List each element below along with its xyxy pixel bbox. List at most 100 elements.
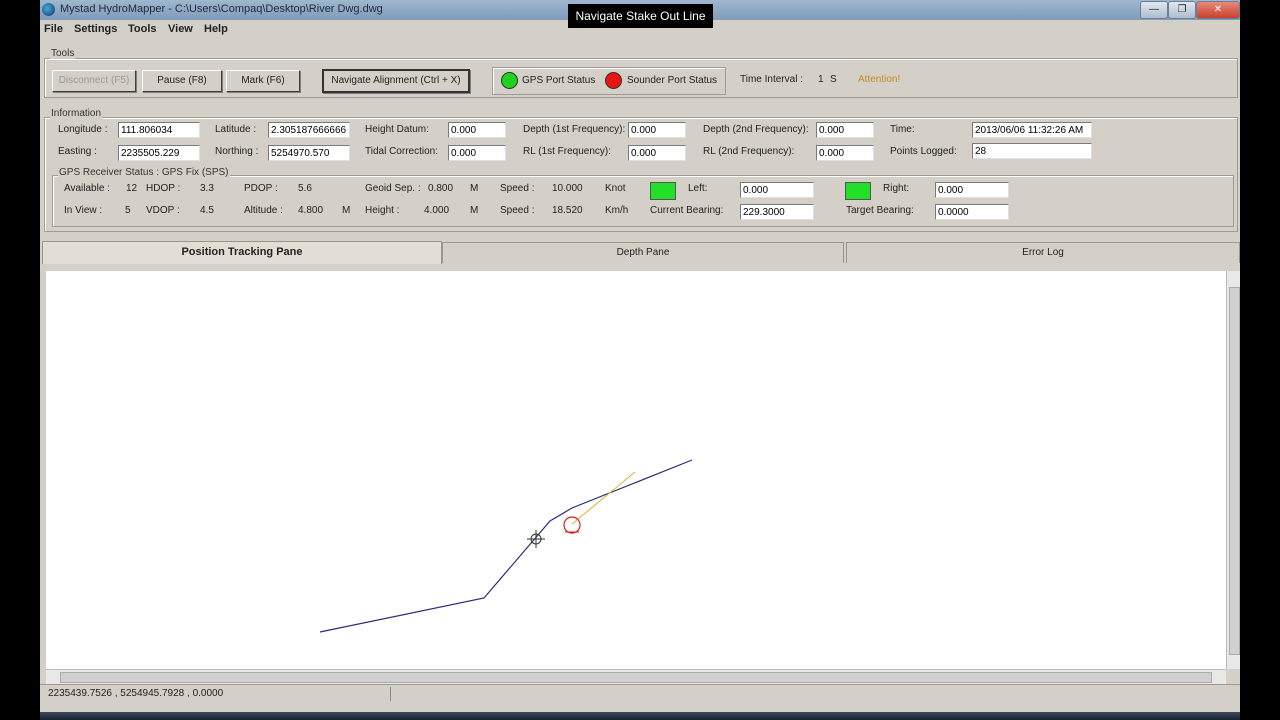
gps-port-status-led: [501, 72, 518, 89]
vertical-scroll-thumb[interactable]: [1229, 287, 1240, 655]
hdop-value: 3.3: [200, 183, 214, 194]
menu-view[interactable]: View: [168, 23, 193, 35]
height-label: Height :: [365, 205, 400, 216]
minimize-button[interactable]: —: [1140, 1, 1168, 19]
height-unit: M: [470, 205, 479, 216]
menu-tools[interactable]: Tools: [128, 23, 157, 35]
speed-kmh-unit: Km/h: [605, 205, 629, 216]
time-interval-value: 1: [818, 74, 824, 85]
speed-knot-label: Speed :: [500, 183, 535, 194]
sounder-port-status-label: Sounder Port Status: [627, 75, 718, 86]
in-view-value: 5: [125, 205, 131, 216]
longitude-label: Longitude :: [58, 124, 108, 135]
rl-1st-frequency-field[interactable]: 0.000: [628, 145, 686, 161]
menu-settings[interactable]: Settings: [74, 23, 117, 35]
alignment-polyline: [319, 459, 693, 633]
map-drawing: [319, 459, 693, 633]
navigate-alignment-button[interactable]: Navigate Alignment (Ctrl + X): [322, 69, 470, 93]
rl-2nd-frequency-field[interactable]: 0.000: [816, 145, 874, 161]
easting-label: Easting :: [58, 146, 97, 157]
gps-receiver-group: [52, 175, 1234, 227]
available-value: 12: [126, 183, 138, 194]
available-label: Available :: [64, 183, 110, 194]
information-group-label: Information: [50, 108, 103, 119]
tab-depth-pane[interactable]: Depth Pane: [442, 242, 844, 263]
tab-error-log[interactable]: Error Log: [846, 242, 1240, 263]
height-datum-label: Height Datum:: [365, 124, 429, 135]
left-field[interactable]: 0.000: [740, 182, 814, 198]
speed-kmh-value: 18.520: [552, 205, 583, 216]
menu-file[interactable]: File: [44, 23, 63, 35]
right-label: Right:: [883, 183, 910, 194]
maximize-button[interactable]: ❐: [1168, 1, 1196, 19]
menu-help[interactable]: Help: [204, 23, 228, 35]
tidal-correction-label: Tidal Correction:: [365, 146, 438, 157]
depth-2nd-frequency-field[interactable]: 0.000: [816, 122, 874, 138]
geoid-sep-value: 0.800: [428, 183, 454, 194]
sounder-port-status-led: [605, 72, 622, 89]
altitude-unit: M: [342, 205, 351, 216]
pause-button[interactable]: Pause (F8): [142, 70, 222, 92]
time-field[interactable]: 2013/06/06 11:32:26 AM: [972, 122, 1092, 138]
window-title: Mystad HydroMapper - C:\Users\Compaq\Des…: [60, 3, 383, 15]
gps-receiver-group-label: GPS Receiver Status : GPS Fix (SPS): [58, 167, 230, 178]
navigate-tooltip: Navigate Stake Out Line: [568, 4, 713, 28]
latitude-field[interactable]: 2.305187666666: [268, 122, 350, 138]
tab-position-tracking-pane[interactable]: Position Tracking Pane: [42, 241, 442, 264]
target-bearing-label: Target Bearing:: [846, 205, 914, 216]
pdop-value: 5.6: [298, 183, 312, 194]
altitude-value: 4.800: [298, 205, 324, 216]
vdop-label: VDOP :: [146, 205, 180, 216]
northing-label: Northing :: [215, 146, 259, 157]
cursor-coordinates: 2235439.7526 , 5254945.7928 , 0.0000: [48, 688, 224, 699]
geoid-sep-unit: M: [470, 183, 479, 194]
time-interval-label: Time Interval :: [740, 74, 803, 85]
speed-kmh-label: Speed :: [500, 205, 535, 216]
app-window: Mystad HydroMapper - C:\Users\Compaq\Des…: [40, 0, 1240, 712]
depth-1st-frequency-field[interactable]: 0.000: [628, 122, 686, 138]
speed-knot-unit: Knot: [605, 183, 626, 194]
easting-field[interactable]: 2235505.229: [118, 145, 200, 161]
right-indicator: [845, 182, 871, 200]
depth-2nd-frequency-label: Depth (2nd Frequency):: [703, 124, 809, 135]
in-view-label: In View :: [64, 205, 103, 216]
vdop-value: 4.5: [200, 205, 214, 216]
points-logged-label: Points Logged:: [890, 146, 957, 157]
left-indicator: [650, 182, 676, 200]
status-divider: [390, 687, 391, 701]
close-button[interactable]: ✕: [1196, 1, 1240, 19]
app-globe-icon: [42, 3, 55, 16]
depth-1st-frequency-label: Depth (1st Frequency):: [523, 124, 626, 135]
horizontal-scrollbar[interactable]: [46, 669, 1226, 684]
vessel-marker: [563, 516, 581, 534]
hdop-label: HDOP :: [146, 183, 181, 194]
longitude-field[interactable]: 111.806034: [118, 122, 200, 138]
pdop-label: PDOP :: [244, 183, 278, 194]
northing-field[interactable]: 5254970.570: [268, 145, 350, 161]
rl-2nd-frequency-label: RL (2nd Frequency):: [703, 146, 795, 157]
latitude-label: Latitude :: [215, 124, 257, 135]
position-tracking-canvas[interactable]: [46, 271, 1226, 669]
geoid-sep-label: Geoid Sep. :: [365, 183, 421, 194]
disconnect-button[interactable]: Disconnect (F5): [52, 70, 136, 92]
right-field[interactable]: 0.000: [935, 182, 1009, 198]
current-bearing-field[interactable]: 229.3000: [740, 204, 814, 220]
time-label: Time:: [890, 124, 915, 135]
height-value: 4.000: [424, 205, 450, 216]
target-bearing-field[interactable]: 0.0000: [935, 204, 1009, 220]
tidal-correction-field[interactable]: 0.000: [448, 145, 506, 161]
horizontal-scroll-thumb[interactable]: [60, 672, 1212, 683]
rl-1st-frequency-label: RL (1st Frequency):: [523, 146, 611, 157]
current-bearing-label: Current Bearing:: [650, 205, 724, 216]
mark-button[interactable]: Mark (F6): [226, 70, 300, 92]
bearing-line: [571, 471, 636, 525]
vertical-scrollbar[interactable]: [1226, 271, 1240, 669]
speed-knot-value: 10.000: [552, 183, 583, 194]
gps-port-status-label: GPS Port Status: [522, 75, 596, 86]
height-datum-field[interactable]: 0.000: [448, 122, 506, 138]
time-interval-unit: S: [830, 74, 837, 85]
left-label: Left:: [688, 183, 708, 194]
attention-indicator: Attention!: [858, 74, 901, 85]
tools-group-label: Tools: [50, 48, 76, 59]
points-logged-field[interactable]: 28: [972, 143, 1092, 159]
